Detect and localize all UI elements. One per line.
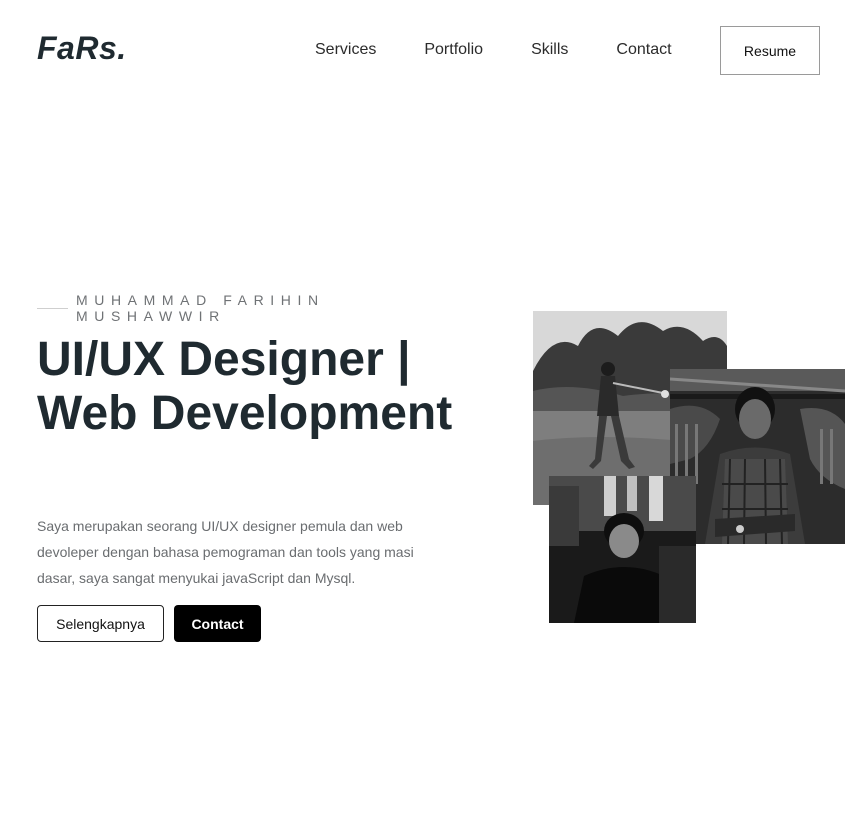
eyebrow-divider	[37, 308, 68, 309]
nav-contact[interactable]: Contact	[616, 40, 671, 60]
nav-services[interactable]: Services	[315, 40, 376, 60]
hero-description: Saya merupakan seorang UI/UX designer pe…	[37, 518, 414, 586]
learn-more-button[interactable]: Selengkapnya	[37, 605, 164, 642]
hero-eyebrow: MUHAMMAD FARIHIN MUSHAWWIR	[76, 292, 325, 324]
hero-headline: UI/UX Designer | Web Development	[37, 333, 453, 440]
brand-logo[interactable]: FaRs.	[37, 30, 127, 67]
nav-portfolio[interactable]: Portfolio	[424, 40, 483, 60]
main-nav: Services Portfolio Skills Contact	[315, 40, 672, 60]
nav-skills[interactable]: Skills	[531, 40, 568, 60]
resume-button[interactable]: Resume	[720, 26, 820, 75]
contact-button[interactable]: Contact	[174, 605, 261, 642]
portrait-photo	[670, 369, 845, 544]
seated-photo	[549, 476, 696, 623]
